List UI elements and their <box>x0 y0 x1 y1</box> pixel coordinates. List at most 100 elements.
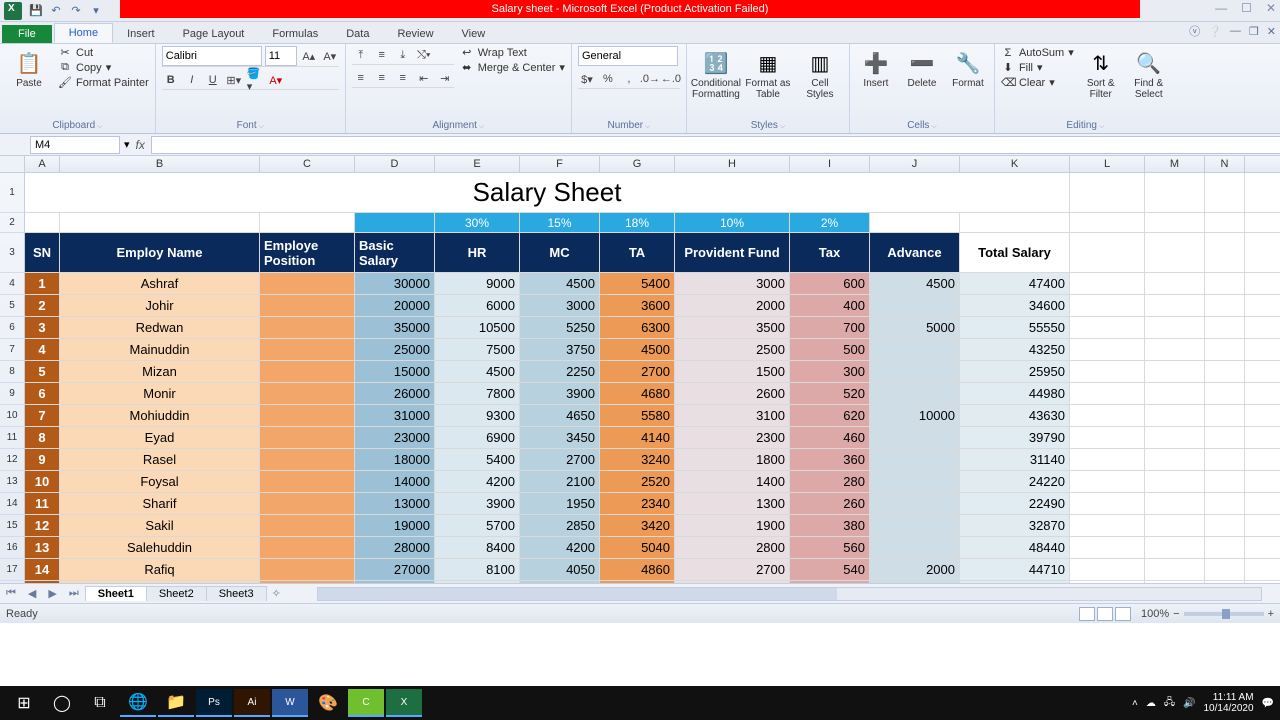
cell[interactable]: 25950 <box>960 361 1070 382</box>
formula-input[interactable] <box>151 136 1280 154</box>
cell[interactable]: 10500 <box>435 317 520 338</box>
row-header[interactable]: 1 <box>0 173 25 213</box>
cell[interactable]: 6 <box>25 383 60 404</box>
cell[interactable] <box>260 559 355 580</box>
sheet-nav-last-icon[interactable]: ⏭ <box>63 587 85 600</box>
cell[interactable] <box>870 493 960 514</box>
cell[interactable] <box>1205 295 1245 316</box>
cell[interactable]: Sharif <box>60 493 260 514</box>
cell[interactable] <box>1205 273 1245 294</box>
cell[interactable]: 5580 <box>600 405 675 426</box>
align-center-icon[interactable]: ≡ <box>373 69 391 87</box>
cell[interactable]: 43630 <box>960 405 1070 426</box>
cell-styles-button[interactable]: ▥Cell Styles <box>797 46 843 100</box>
cells-area[interactable]: Salary Sheet30%15%18%10%2%SNEmploy NameE… <box>25 173 1280 583</box>
cell[interactable]: 12 <box>25 515 60 536</box>
cell[interactable]: 2800 <box>675 537 790 558</box>
tray-cloud-icon[interactable]: ☁ <box>1146 698 1156 709</box>
paint-icon[interactable]: 🎨 <box>310 689 346 717</box>
align-middle-icon[interactable]: ≡ <box>373 46 391 64</box>
cell[interactable] <box>1070 427 1145 448</box>
cell[interactable] <box>870 213 960 232</box>
cell[interactable]: 2700 <box>600 361 675 382</box>
cell[interactable] <box>1145 339 1205 360</box>
cell[interactable]: 5400 <box>600 273 675 294</box>
cell[interactable]: 2000 <box>870 559 960 580</box>
cell[interactable]: 6000 <box>435 295 520 316</box>
cell[interactable] <box>1145 515 1205 536</box>
cell[interactable]: 3900 <box>520 383 600 404</box>
cell[interactable]: 44980 <box>960 383 1070 404</box>
font-color-button[interactable]: A▾ <box>267 71 285 89</box>
col-header[interactable]: G <box>600 156 675 172</box>
undo-icon[interactable]: ↶ <box>48 3 64 19</box>
cell[interactable] <box>1070 339 1145 360</box>
cut-button[interactable]: ✂Cut <box>58 46 149 59</box>
cell[interactable]: 460 <box>790 427 870 448</box>
cell[interactable] <box>1145 471 1205 492</box>
cell[interactable] <box>435 581 520 583</box>
name-box[interactable]: M4 <box>30 136 120 154</box>
normal-view-icon[interactable] <box>1079 607 1095 621</box>
cell[interactable]: Rafiq <box>60 559 260 580</box>
cell[interactable]: 4650 <box>520 405 600 426</box>
cell[interactable] <box>1070 273 1145 294</box>
cell[interactable]: 4500 <box>870 273 960 294</box>
cell[interactable]: 30% <box>435 213 520 232</box>
cell[interactable] <box>870 537 960 558</box>
cell[interactable] <box>260 361 355 382</box>
increase-decimal-icon[interactable]: .0→ <box>641 70 659 88</box>
cell[interactable]: 3600 <box>600 295 675 316</box>
format-painter-button[interactable]: 🖌Format Painter <box>58 76 149 89</box>
align-left-icon[interactable]: ≡ <box>352 69 370 87</box>
minimize-button[interactable]: — <box>1215 1 1227 15</box>
col-header[interactable]: M <box>1145 156 1205 172</box>
cell[interactable]: 2 <box>25 295 60 316</box>
cell[interactable] <box>1070 493 1145 514</box>
cell[interactable]: 3000 <box>675 273 790 294</box>
cell[interactable] <box>260 515 355 536</box>
cell[interactable]: 13000 <box>355 493 435 514</box>
format-as-table-button[interactable]: ▦Format as Table <box>745 46 791 100</box>
col-header[interactable]: J <box>870 156 960 172</box>
increase-font-icon[interactable]: A▴ <box>300 47 318 65</box>
cell[interactable] <box>260 427 355 448</box>
currency-icon[interactable]: $▾ <box>578 70 596 88</box>
comma-icon[interactable]: , <box>620 70 638 88</box>
minimize-ribbon-icon[interactable]: ⓥ <box>1189 23 1200 39</box>
cell[interactable] <box>1070 405 1145 426</box>
cell[interactable] <box>1145 233 1205 272</box>
excel-taskbar-icon[interactable]: X <box>386 689 422 717</box>
cell[interactable] <box>960 581 1070 583</box>
bold-button[interactable]: B <box>162 71 180 89</box>
cell[interactable]: 9300 <box>435 405 520 426</box>
cell[interactable]: 39790 <box>960 427 1070 448</box>
cell[interactable]: 2250 <box>520 361 600 382</box>
cell[interactable]: 400 <box>790 295 870 316</box>
sheet-nav-prev-icon[interactable]: ◀ <box>22 587 42 600</box>
cell[interactable] <box>260 493 355 514</box>
tab-review[interactable]: Review <box>383 25 447 43</box>
cell[interactable] <box>870 581 960 583</box>
row-header[interactable]: 2 <box>0 213 25 233</box>
cell[interactable]: 2700 <box>675 559 790 580</box>
cell[interactable]: 7 <box>25 405 60 426</box>
cell[interactable]: 360 <box>790 449 870 470</box>
cell[interactable]: HR <box>435 233 520 272</box>
cell[interactable]: Redwan <box>60 317 260 338</box>
cell[interactable]: 43250 <box>960 339 1070 360</box>
cell[interactable]: TA <box>600 233 675 272</box>
delete-cells-button[interactable]: ➖Delete <box>902 46 942 89</box>
cell[interactable] <box>25 213 60 232</box>
cell[interactable]: 4140 <box>600 427 675 448</box>
fill-color-button[interactable]: 🪣▾ <box>246 71 264 89</box>
cell[interactable]: 31140 <box>960 449 1070 470</box>
cell[interactable]: Ashraf <box>60 273 260 294</box>
cell[interactable]: 6900 <box>435 427 520 448</box>
paste-button[interactable]: 📋 Paste <box>6 46 52 89</box>
cell[interactable] <box>1145 213 1205 232</box>
cell[interactable]: 4 <box>25 339 60 360</box>
cell[interactable]: 1950 <box>520 493 600 514</box>
align-bottom-icon[interactable]: ⤓ <box>394 46 412 64</box>
cell[interactable]: 30000 <box>355 273 435 294</box>
